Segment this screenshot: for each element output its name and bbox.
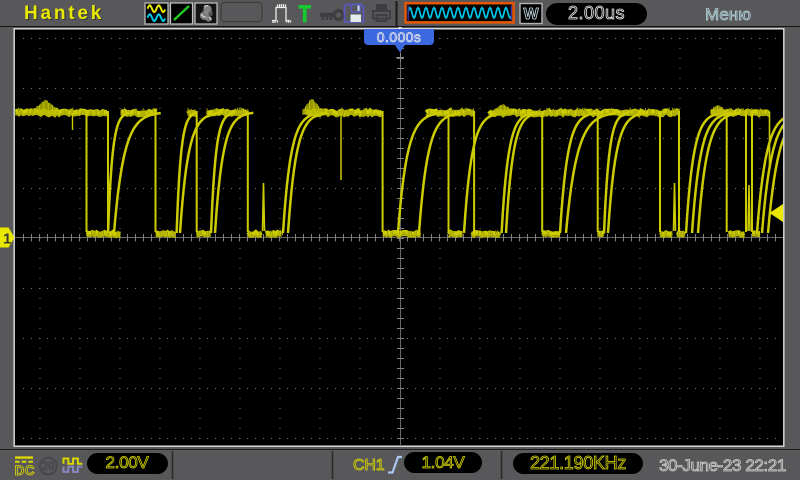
svg-text:1: 1: [3, 231, 11, 248]
svg-text:20: 20: [42, 461, 55, 473]
